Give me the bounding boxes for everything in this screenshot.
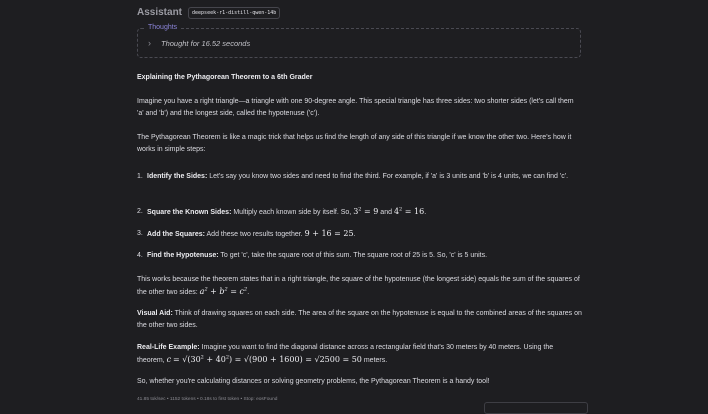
list-item: 2. Square the Known Sides: Multiply each… <box>137 206 427 216</box>
step-number: 2. <box>137 208 143 215</box>
generation-stats: 41.85 tok/sec • 1152 tokens • 0.18s to f… <box>137 397 278 402</box>
paragraph-intro: Imagine you have a right triangle—a tria… <box>137 98 574 117</box>
step-text: Add these two results together. <box>204 231 305 238</box>
message-title: Explaining the Pythagorean Theorem to a … <box>137 74 313 81</box>
step-number: 3. <box>137 230 143 237</box>
step-title: Find the Hypotenuse: <box>147 252 219 259</box>
paragraph-magic: The Pythagorean Theorem is like a magic … <box>137 134 572 153</box>
equation: = √(302 + 402) = √(900 + 1600) = √2500 =… <box>173 354 362 364</box>
chevron-right-icon[interactable]: › <box>148 39 151 48</box>
equation: 32 = 9 <box>353 206 379 216</box>
paragraph-real-life: Real-Life Example: Imagine you want to f… <box>137 344 554 364</box>
paragraph-closing: So, whether you're calculating distances… <box>137 378 490 385</box>
thoughts-panel[interactable]: Thoughts › Thought for 16.52 seconds <box>137 24 581 58</box>
step-text: Let's say you know two sides and need to… <box>207 173 569 180</box>
list-item: 3. Add the Squares: Add these two result… <box>137 229 356 238</box>
thought-duration: Thought for 16.52 seconds <box>161 39 251 48</box>
message-header: Assistant deepseek-r1-distill-qwen-14b <box>137 6 281 19</box>
equation: c <box>166 355 172 364</box>
visual-aid-label: Visual Aid: <box>137 310 173 317</box>
message-actions-button[interactable] <box>484 402 588 414</box>
step-number: 1. <box>137 173 143 180</box>
equation: 42 = 16 <box>393 206 425 216</box>
thoughts-toggle[interactable]: › Thought for 16.52 seconds <box>148 39 251 49</box>
real-life-label: Real-Life Example: <box>137 344 200 351</box>
step-text: To get 'c', take the square root of this… <box>218 252 488 259</box>
thoughts-label: Thoughts <box>145 24 181 31</box>
list-item: 1. Identify the Sides: Let's say you kno… <box>137 171 577 183</box>
visual-aid-text: Think of drawing squares on each side. T… <box>137 310 582 329</box>
list-item: 4. Find the Hypotenuse: To get 'c', take… <box>137 250 577 262</box>
role-label: Assistant <box>137 7 183 18</box>
paragraph-works: This works because the theorem states th… <box>137 276 580 296</box>
model-badge[interactable]: deepseek-r1-distill-qwen-14b <box>188 6 281 19</box>
equation: a2 + b2 = c2 <box>199 286 248 296</box>
paragraph-visual-aid: Visual Aid: Think of drawing squares on … <box>137 308 582 332</box>
step-number: 4. <box>137 252 143 259</box>
step-title: Add the Squares: <box>147 231 205 238</box>
equation: 9 + 16 = 25 <box>304 229 354 238</box>
step-title: Square the Known Sides: <box>147 209 232 216</box>
step-title: Identify the Sides: <box>147 173 208 180</box>
step-text: Multiply each known side by itself. So, <box>231 209 354 216</box>
